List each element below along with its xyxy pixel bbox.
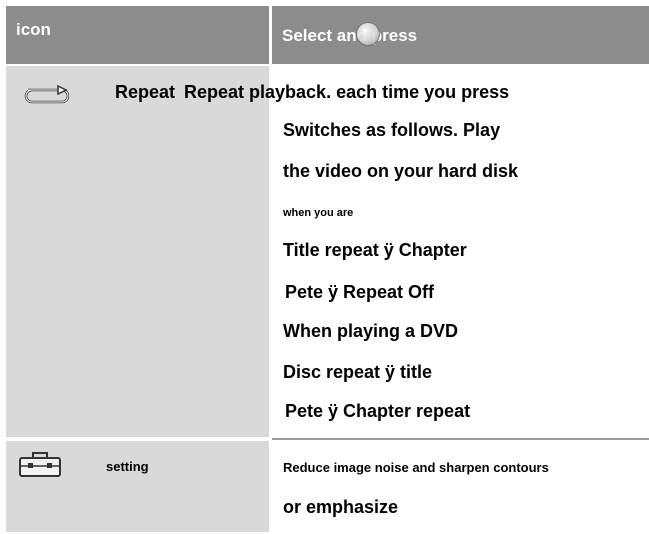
row-repeat-line-7: When playing a DVD — [283, 321, 459, 341]
row-repeat-line-3: the video on your hard disk — [283, 161, 519, 181]
row-repeat-line-4: when you are — [283, 207, 354, 219]
row-repeat-line-2: Switches as follows. Play — [283, 120, 501, 140]
enter-button-icon — [356, 22, 380, 46]
row-repeat-icon-cell — [6, 66, 269, 437]
header-icon-label: icon — [16, 20, 51, 39]
repeat-icon — [24, 84, 70, 104]
row-repeat-line-9: Pete ÿ Chapter repeat — [285, 401, 471, 421]
row-repeat-name: Repeat — [115, 82, 176, 102]
row-setting-line-1: Reduce image noise and sharpen contours — [283, 460, 549, 475]
header-select-cell: Select and press — [272, 6, 649, 64]
row-repeat-line-1: Repeat playback. each time you press — [184, 82, 510, 102]
row-repeat-line-6: Pete ÿ Repeat Off — [285, 282, 435, 302]
header-icon-cell: icon — [6, 6, 269, 64]
header-select-label: Select and press — [282, 26, 418, 45]
row-setting-line-2: or emphasize — [283, 497, 399, 517]
toolbox-icon — [19, 452, 61, 477]
row-repeat-line-5: Title repeat ÿ Chapter — [283, 240, 467, 260]
row-setting-name: setting — [106, 459, 149, 474]
row-separator — [272, 438, 649, 440]
row-repeat-line-8: Disc repeat ÿ title — [283, 362, 433, 382]
